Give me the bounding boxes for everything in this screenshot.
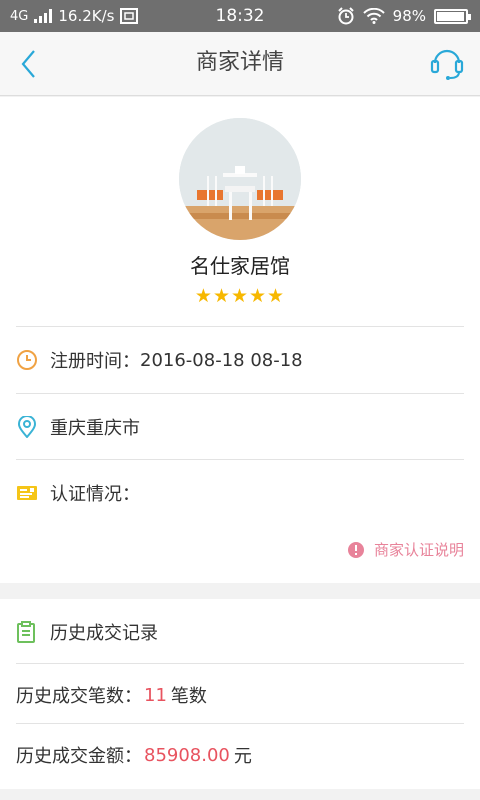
register-time-value: 2016-08-18 08-18 [140,349,303,371]
furniture-photo [179,118,301,240]
deal-amount-row: 历史成交金额： 85908.00 元 [16,725,464,785]
certification-row: 认证情况： [16,461,464,525]
battery-level [437,11,465,21]
register-time-row: 注册时间： 2016-08-18 08-18 [16,328,464,392]
certificate-icon [16,482,38,504]
rating-stars: ★★★★★ [194,285,286,307]
cert-note-link[interactable]: 商家认证说明 [347,539,464,560]
clipboard-icon [16,621,38,643]
divider [16,326,464,327]
wifi-icon [362,8,385,24]
merchant-card: 名仕家居馆 ★★★★★ 注册时间： 2016-08-18 08-18 重庆重庆市… [0,97,480,583]
divider [16,459,464,460]
deal-count-label: 历史成交笔数： [16,686,142,707]
status-right: 98% [337,0,471,32]
nav-bar: 商家详情 [0,32,480,96]
alarm-icon [337,7,354,25]
deal-count-row: 历史成交笔数： 11 笔数 [16,665,464,725]
location-pin-icon [16,416,38,438]
status-bar: 4G 16.2K/s 18:32 98% [0,0,480,32]
cert-note-label: 商家认证说明 [373,541,464,559]
battery-percent: 98% [392,7,426,25]
register-time-label: 注册时间： [50,351,140,372]
history-card: 历史成交记录 历史成交笔数： 11 笔数 历史成交金额： 85908.00 元 [0,599,480,789]
clock-icon [16,349,38,371]
history-title-row: 历史成交记录 [16,601,464,663]
location-value: 重庆重庆市 [50,418,140,439]
customer-service-icon[interactable] [430,44,464,82]
merchant-name: 名仕家居馆 [190,254,290,278]
deal-amount-unit: 元 [233,746,252,767]
deal-amount-value: 85908.00 [144,744,230,766]
exclamation-icon [347,541,364,558]
deal-amount-label: 历史成交金额： [16,746,142,767]
location-row: 重庆重庆市 [16,395,464,459]
divider [16,393,464,394]
certification-label: 认证情况： [50,484,140,505]
divider [16,663,464,664]
history-title: 历史成交记录 [50,623,158,644]
battery-icon [434,8,471,24]
merchant-avatar [179,118,301,240]
divider [16,723,464,724]
deal-count-unit: 笔数 [170,686,207,707]
deal-count-value: 11 [144,684,167,706]
page-title: 商家详情 [195,50,284,75]
